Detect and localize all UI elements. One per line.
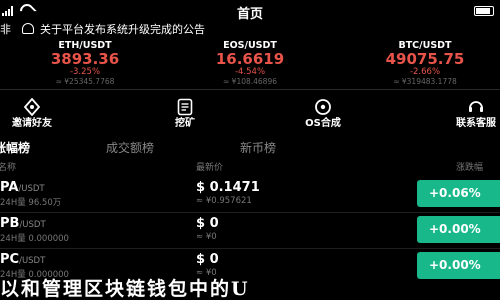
quick-action-label: 挖矿 [175, 118, 195, 129]
row-volume: 24H量 96.50万 [0, 198, 62, 208]
row-price: $ 0 [196, 216, 219, 231]
ticker-eth[interactable]: ETH/USDT 3893.36 -3.25% ≈ ¥25345.7768 [15, 40, 155, 86]
os-synthesis-icon [315, 99, 331, 115]
quick-action-label: OS合成 [305, 118, 341, 129]
row-price-cny: ≈ ¥0.957621 [196, 196, 252, 206]
row-price-cny: ≈ ¥0 [196, 268, 217, 278]
tab-turnover[interactable]: 成交额榜 [106, 139, 154, 156]
ticker-cny: ≈ ¥108.46896 [223, 77, 277, 86]
ticker-change: -4.54% [234, 67, 266, 77]
invite-icon [23, 98, 41, 116]
battery-icon [474, 6, 494, 16]
change-badge[interactable]: +0.00% [417, 252, 500, 279]
announcement-bar[interactable]: 非 关于平台发布系统升级完成的公告 [0, 21, 500, 37]
bell-icon [22, 23, 34, 34]
tab-new-coins[interactable]: 新币榜 [240, 139, 276, 156]
customer-service-icon [469, 101, 483, 112]
change-badge[interactable]: +0.06% [417, 180, 500, 207]
ranking-tabs: 涨幅榜 成交额榜 新币榜 [0, 139, 500, 157]
ticker-eos[interactable]: EOS/USDT 16.6619 -4.54% ≈ ¥108.46896 [180, 40, 320, 86]
overlay-caption: 以和管理区块链钱包中的U [0, 278, 250, 300]
table-row[interactable]: PB/USDT 24H量 0.000000 $ 0 ≈ ¥0 +0.00% [0, 214, 500, 248]
quick-action-label: 联系客服 [456, 118, 496, 129]
row-symbol: PA/USDT [0, 180, 45, 195]
table-header: 名称 最新价 涨跌幅 [0, 160, 500, 173]
row-symbol: PB/USDT [0, 216, 46, 231]
ticker-cny: ≈ ¥25345.7768 [55, 77, 115, 86]
quick-actions: 邀请好友 挖矿 OS合成 联系客服 [0, 94, 500, 138]
ticker-price: 16.6619 [215, 50, 285, 68]
row-symbol: PC/USDT [0, 252, 46, 267]
ticker-cny: ≈ ¥319483.1778 [393, 77, 457, 86]
row-volume: 24H量 0.000000 [0, 234, 69, 244]
invite-friends-button[interactable]: 邀请好友 [0, 94, 72, 132]
ticker-btc[interactable]: BTC/USDT 49075.75 -2.66% ≈ ¥319483.1778 [355, 40, 495, 86]
page-title: 首页 [236, 7, 263, 22]
column-change: 涨跌幅 [456, 163, 484, 173]
mining-icon [177, 98, 193, 116]
os-synthesis-button[interactable]: OS合成 [283, 94, 363, 132]
ticker-price: 49075.75 [385, 50, 465, 68]
ticker-change: -2.66% [409, 67, 441, 77]
divider [0, 89, 500, 90]
status-bar: 首页 [0, 0, 500, 22]
change-badge[interactable]: +0.00% [417, 216, 500, 243]
ticker-change: -3.25% [69, 67, 101, 77]
ticker-strip: ETH/USDT 3893.36 -3.25% ≈ ¥25345.7768 EO… [0, 40, 500, 86]
ticker-price: 3893.36 [50, 50, 120, 68]
announcement-text[interactable]: 关于平台发布系统升级完成的公告 [40, 21, 205, 37]
quick-action-label: 邀请好友 [12, 118, 52, 129]
column-price: 最新价 [196, 163, 224, 173]
table-row[interactable]: PA/USDT 24H量 96.50万 $ 0.1471 ≈ ¥0.957621… [0, 178, 500, 212]
column-name: 名称 [0, 163, 17, 173]
tab-gainers[interactable]: 涨幅榜 [0, 139, 30, 156]
row-divider [0, 248, 500, 249]
row-price: $ 0 [196, 252, 219, 267]
mining-button[interactable]: 挖矿 [145, 94, 225, 132]
announcement-scroll-tail: 非 [0, 23, 11, 36]
row-price: $ 0.1471 [196, 180, 260, 195]
customer-service-button[interactable]: 联系客服 [436, 94, 500, 132]
row-divider [0, 212, 500, 213]
row-price-cny: ≈ ¥0 [196, 232, 217, 242]
